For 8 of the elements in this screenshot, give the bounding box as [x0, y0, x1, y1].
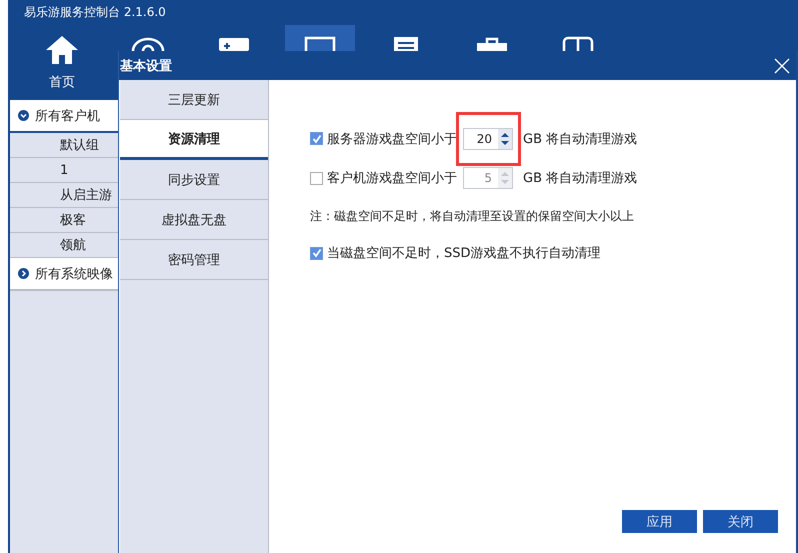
note-text: 注：磁盘空间不足时，将自动清理至设置的保留空间大小以上: [310, 208, 634, 224]
window-title: 易乐游服务控制台 2.1.6.0: [24, 4, 166, 21]
unit-label: GB 将自动清理游戏: [523, 170, 638, 187]
setting-label: 服务器游戏盘空间小于: [327, 130, 457, 148]
dialog-title: 基本设置: [120, 58, 172, 74]
setting-label: 客户机游戏盘空间小于: [327, 170, 457, 187]
setting-label: 当磁盘空间不足时，SSD游戏盘不执行自动清理: [327, 245, 601, 262]
unit-label: GB 将自动清理游戏: [523, 130, 638, 148]
